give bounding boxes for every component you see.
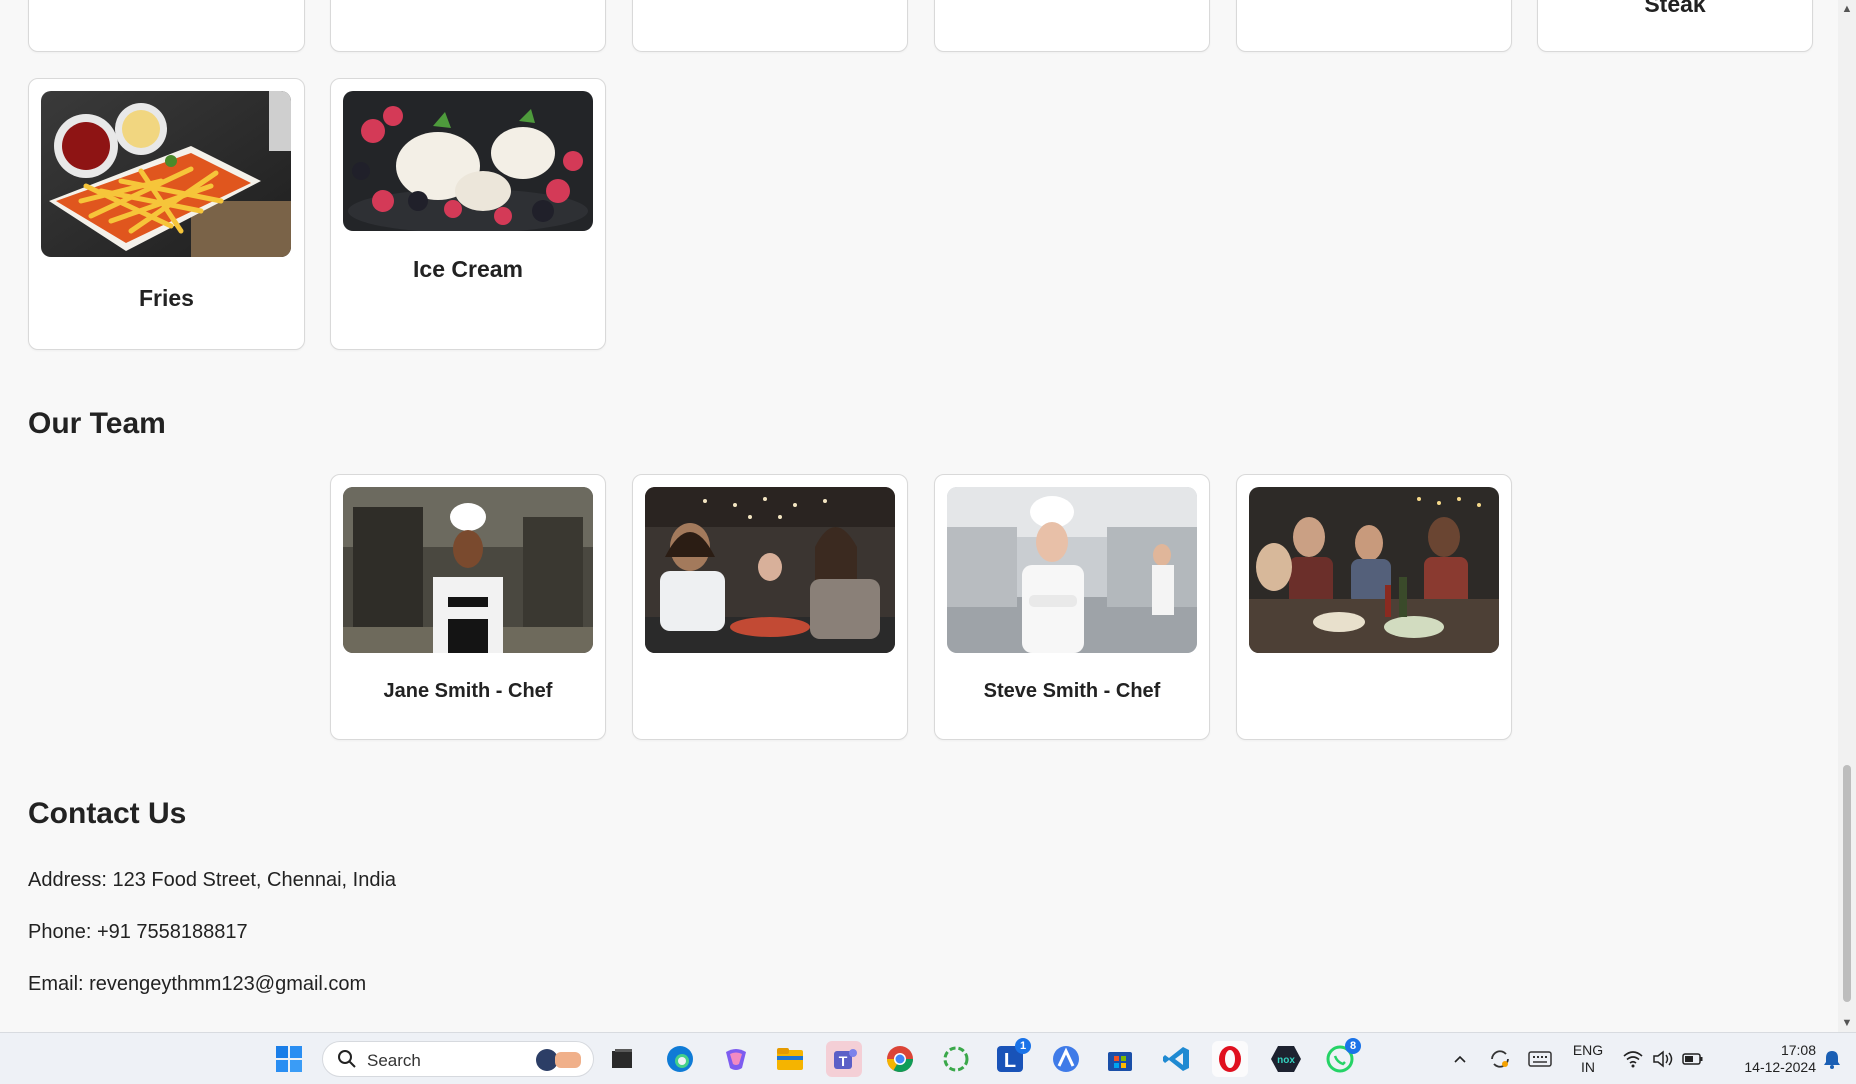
volume-icon[interactable] (1650, 1041, 1676, 1077)
notification-bell-icon[interactable] (1818, 1041, 1846, 1077)
teams-icon[interactable]: T (826, 1041, 862, 1077)
whatsapp-icon[interactable]: 8 (1322, 1038, 1361, 1077)
chrome-icon[interactable] (882, 1041, 918, 1077)
scroll-up-icon[interactable]: ▲ (1838, 0, 1856, 18)
menu-card-fries[interactable]: Fries (28, 78, 305, 350)
file-explorer-icon[interactable] (772, 1041, 808, 1077)
chevron-up-icon[interactable] (1442, 1041, 1478, 1077)
page-viewport: Steak Fries Ice Cream Our Team Jane Smit… (0, 0, 1838, 1032)
taskbar-search-input[interactable]: Search (322, 1041, 594, 1077)
notification-badge: 1 (1015, 1038, 1031, 1054)
team-member-name: Jane Smith - Chef (383, 680, 553, 702)
keyboard-icon[interactable] (1522, 1041, 1558, 1077)
chef-man-kitchen-photo (947, 487, 1197, 653)
language-code: ENG (1572, 1042, 1604, 1058)
menu-card-partial[interactable] (632, 0, 908, 52)
svg-text:T: T (839, 1053, 848, 1069)
notification-badge: 8 (1345, 1038, 1361, 1054)
menu-card-partial[interactable] (1236, 0, 1512, 52)
contact-email: Email: revengeythmm123@gmail.com (28, 973, 367, 995)
store-icon[interactable] (1102, 1041, 1138, 1077)
team-card[interactable]: Steve Smith - Chef (934, 474, 1210, 740)
clock[interactable]: 17:08 14-12-2024 (1716, 1042, 1816, 1076)
menu-card-partial[interactable] (28, 0, 305, 52)
team-card[interactable] (1236, 474, 1512, 740)
nox-icon[interactable]: nox (1268, 1041, 1304, 1077)
team-card[interactable]: Jane Smith - Chef (330, 474, 606, 740)
loading-circle-icon[interactable] (938, 1041, 974, 1077)
svg-text:nox: nox (1277, 1055, 1295, 1066)
sync-icon[interactable] (1482, 1041, 1518, 1077)
menu-item-title: Fries (139, 285, 194, 311)
search-icon (337, 1049, 357, 1074)
menu-card-ice-cream[interactable]: Ice Cream (330, 78, 606, 350)
section-heading-contact: Contact Us (28, 797, 187, 830)
vertical-scrollbar[interactable]: ▲ ▼ (1838, 0, 1856, 1032)
diners-laughing-photo (645, 487, 895, 653)
a-app-icon[interactable] (1048, 1041, 1084, 1077)
menu-card-partial[interactable] (934, 0, 1210, 52)
clock-date: 14-12-2024 (1744, 1059, 1816, 1075)
menu-card-partial[interactable] (330, 0, 606, 52)
menu-card-steak[interactable]: Steak (1537, 0, 1813, 52)
taskbar: Search T L 1 nox 8 ENG IN 17:08 14-12-20… (0, 1032, 1856, 1084)
battery-icon[interactable] (1680, 1041, 1706, 1077)
opera-icon[interactable] (1212, 1041, 1248, 1077)
search-placeholder: Search (367, 1051, 421, 1070)
wifi-icon[interactable] (1620, 1041, 1646, 1077)
ice-cream-photo (343, 91, 593, 231)
task-view-icon[interactable] (604, 1041, 640, 1077)
edge-icon[interactable] (662, 1041, 698, 1077)
svg-text:L: L (1004, 1050, 1016, 1072)
team-card[interactable] (632, 474, 908, 740)
clock-time: 17:08 (1780, 1042, 1816, 1058)
section-heading-team: Our Team (28, 407, 166, 440)
language-indicator[interactable]: ENG IN (1568, 1042, 1608, 1076)
menu-item-title: Steak (1644, 0, 1706, 17)
contact-phone: Phone: +91 7558188817 (28, 921, 248, 943)
team-member-name: Steve Smith - Chef (983, 680, 1161, 702)
copilot-icon[interactable] (718, 1041, 754, 1077)
l-app-icon[interactable]: L 1 (992, 1038, 1031, 1077)
menu-item-title: Ice Cream (413, 256, 523, 282)
scroll-thumb[interactable] (1843, 765, 1851, 1002)
vscode-icon[interactable] (1158, 1041, 1194, 1077)
scroll-down-icon[interactable]: ▼ (1838, 1014, 1856, 1032)
search-highlight-icon (533, 1046, 585, 1079)
fries-photo (41, 91, 291, 257)
windows-start-icon[interactable] (271, 1041, 307, 1077)
region-code: IN (1581, 1059, 1595, 1075)
group-dinner-photo (1249, 487, 1499, 653)
chef-woman-kitchen-photo (343, 487, 593, 653)
contact-address: Address: 123 Food Street, Chennai, India (28, 869, 397, 891)
